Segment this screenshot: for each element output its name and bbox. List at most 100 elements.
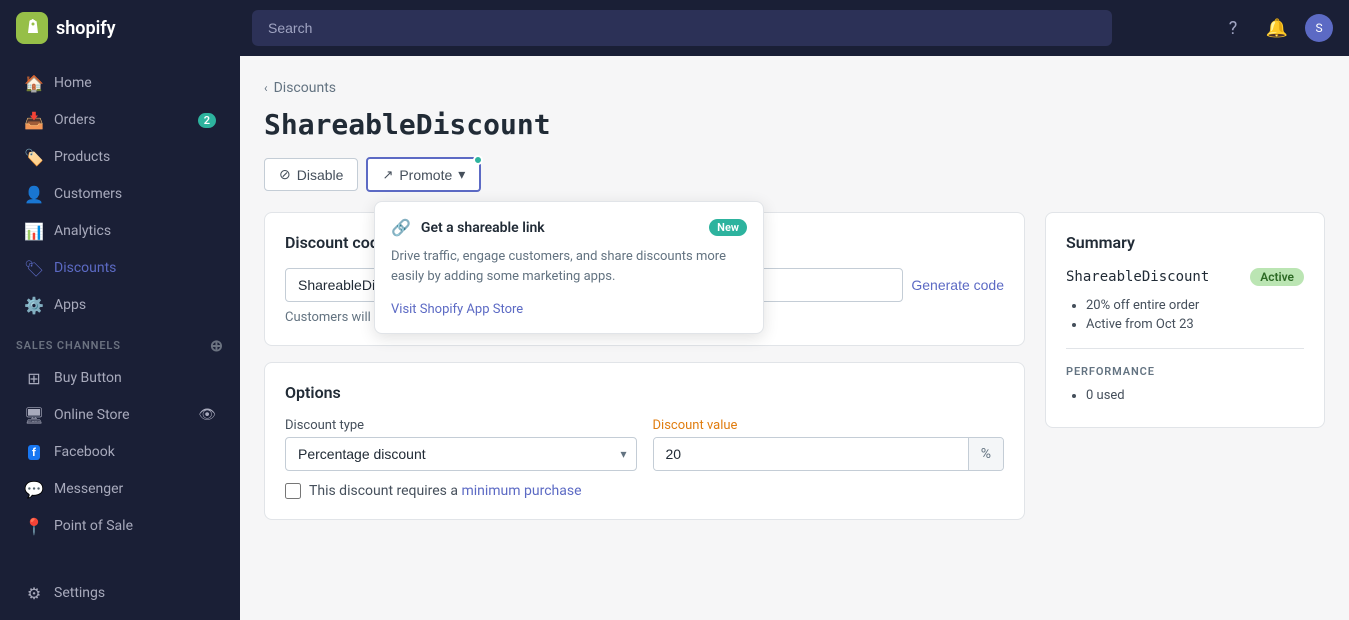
performance-section-title: PERFORMANCE bbox=[1066, 365, 1304, 378]
sidebar-item-products[interactable]: 🏷️ Products bbox=[8, 139, 232, 175]
link-icon: 🔗 bbox=[391, 218, 411, 237]
promote-button[interactable]: ↗ Promote ▾ bbox=[366, 157, 481, 192]
topbar-right: ? 🔔 S bbox=[1217, 12, 1333, 44]
action-bar: ⊘ Disable ↗ Promote ▾ 🔗 Get a shareable … bbox=[264, 157, 1325, 192]
sidebar-item-analytics[interactable]: 📊 Analytics bbox=[8, 213, 232, 249]
sidebar-item-orders[interactable]: 📥 Orders 2 bbox=[8, 102, 232, 138]
dropdown-header: 🔗 Get a shareable link New bbox=[391, 218, 747, 237]
promote-dropdown: 🔗 Get a shareable link New Drive traffic… bbox=[374, 201, 764, 334]
summary-discount-name: ShareableDiscount bbox=[1066, 269, 1209, 285]
messenger-channel-icon: 💬 bbox=[24, 479, 44, 499]
page-title: ShareableDiscount bbox=[264, 108, 1325, 141]
settings-icon: ⚙ bbox=[24, 583, 44, 603]
sidebar-item-settings[interactable]: ⚙ Settings bbox=[8, 575, 232, 611]
discounts-icon: 🏷 bbox=[24, 258, 44, 278]
discount-value-input[interactable] bbox=[654, 438, 968, 470]
sidebar-item-home[interactable]: 🏠 Home bbox=[8, 65, 232, 101]
pos-channel-icon: 📍 bbox=[24, 516, 44, 536]
sidebar-channel-facebook[interactable]: f Facebook bbox=[8, 434, 232, 470]
dropdown-title: Get a shareable link bbox=[421, 220, 699, 236]
sidebar-item-apps[interactable]: ⚙️ Apps bbox=[8, 287, 232, 323]
min-purchase-row: This discount requires a minimum purchas… bbox=[285, 483, 1004, 499]
summary-detail-item: Active from Oct 23 bbox=[1086, 317, 1304, 332]
discount-value-label: Discount value bbox=[653, 418, 1005, 433]
sidebar-item-customers-label: Customers bbox=[54, 186, 122, 202]
add-channel-icon[interactable]: ⊕ bbox=[210, 336, 224, 355]
discount-value-input-wrapper: % bbox=[653, 437, 1005, 471]
min-purchase-checkbox[interactable] bbox=[285, 483, 301, 499]
online-store-visibility-icon[interactable]: 👁 bbox=[198, 407, 216, 423]
orders-badge: 2 bbox=[198, 113, 216, 128]
question-icon[interactable]: ? bbox=[1217, 12, 1249, 44]
disable-label: Disable bbox=[297, 167, 344, 183]
dropdown-description: Drive traffic, engage customers, and sha… bbox=[391, 247, 747, 286]
customers-icon: 👤 bbox=[24, 184, 44, 204]
sidebar-bottom: ⚙ Settings bbox=[0, 566, 240, 612]
bell-icon[interactable]: 🔔 bbox=[1261, 12, 1293, 44]
avatar[interactable]: S bbox=[1305, 14, 1333, 42]
performance-item: 0 used bbox=[1086, 388, 1304, 403]
sidebar-channel-buy-button[interactable]: ⊞ Buy Button bbox=[8, 360, 232, 396]
search-input[interactable] bbox=[252, 10, 1112, 46]
sidebar-channel-pos[interactable]: 📍Point of Sale bbox=[8, 508, 232, 544]
main-content: ‹ Discounts ShareableDiscount ⊘ Disable … bbox=[240, 56, 1349, 620]
options-card: Options Discount type Percentage discoun… bbox=[264, 362, 1025, 520]
sales-channels-header: SALES CHANNELS ⊕ bbox=[0, 324, 240, 359]
percent-suffix: % bbox=[968, 438, 1003, 470]
new-badge: New bbox=[709, 219, 747, 236]
sidebar-channel-online-store[interactable]: 🖥 Online Store 👁 bbox=[8, 397, 232, 433]
summary-panel: Summary ShareableDiscount Active 20% off… bbox=[1045, 212, 1325, 428]
promote-chevron-icon: ▾ bbox=[458, 166, 465, 183]
summary-detail-item: 20% off entire order bbox=[1086, 298, 1304, 313]
home-icon: 🏠 bbox=[24, 73, 44, 93]
discount-type-label: Discount type bbox=[285, 418, 637, 433]
options-form-row: Discount type Percentage discount Fixed … bbox=[285, 418, 1004, 471]
discount-value-group: Discount value % bbox=[653, 418, 1005, 471]
channel-online-store-label: Online Store bbox=[54, 407, 130, 423]
sidebar-item-customers[interactable]: 👤 Customers bbox=[8, 176, 232, 212]
disable-icon: ⊘ bbox=[279, 166, 291, 183]
channel-messenger-label: Messenger bbox=[54, 481, 123, 497]
online-store-channel-icon: 🖥 bbox=[24, 405, 44, 425]
sidebar-item-label: Settings bbox=[54, 585, 105, 601]
channel-buy-button-label: Buy Button bbox=[54, 370, 122, 386]
breadcrumb-chevron-icon: ‹ bbox=[264, 81, 268, 95]
min-purchase-label: This discount requires a minimum purchas… bbox=[309, 483, 582, 499]
generate-code-button[interactable]: Generate code bbox=[911, 277, 1004, 293]
minimum-purchase-link[interactable]: minimum purchase bbox=[461, 483, 581, 499]
shopify-logo-icon bbox=[16, 12, 48, 44]
sidebar-item-home-label: Home bbox=[54, 75, 92, 91]
discount-type-group: Discount type Percentage discount Fixed … bbox=[285, 418, 637, 471]
discount-type-select[interactable]: Percentage discount Fixed amount discoun… bbox=[285, 437, 637, 471]
layout: 🏠 Home 📥 Orders 2 🏷️ Products 👤 Customers 📊 Analyt… bbox=[0, 56, 1349, 620]
status-badge: Active bbox=[1250, 268, 1304, 286]
sidebar-item-orders-label: Orders bbox=[54, 112, 96, 128]
sidebar-item-discounts[interactable]: 🏷 Discounts bbox=[8, 250, 232, 286]
options-card-title: Options bbox=[285, 383, 1004, 402]
performance-list: 0 used bbox=[1066, 388, 1304, 403]
summary-title: Summary bbox=[1066, 233, 1304, 252]
summary-card: Summary ShareableDiscount Active 20% off… bbox=[1045, 212, 1325, 428]
sidebar-channel-messenger[interactable]: 💬 Messenger bbox=[8, 471, 232, 507]
analytics-icon: 📊 bbox=[24, 221, 44, 241]
orders-icon: 📥 bbox=[24, 110, 44, 130]
discount-type-select-wrapper: Percentage discount Fixed amount discoun… bbox=[285, 437, 637, 471]
summary-name-row: ShareableDiscount Active bbox=[1066, 268, 1304, 286]
disable-button[interactable]: ⊘ Disable bbox=[264, 158, 358, 191]
channel-facebook-label: Facebook bbox=[54, 444, 115, 460]
sidebar-item-discounts-label: Discounts bbox=[54, 260, 116, 276]
apps-icon: ⚙️ bbox=[24, 295, 44, 315]
sidebar-item-products-label: Products bbox=[54, 149, 110, 165]
facebook-channel-icon: f bbox=[24, 442, 44, 462]
topbar: shopify ? 🔔 S bbox=[0, 0, 1349, 56]
buy-button-channel-icon: ⊞ bbox=[24, 368, 44, 388]
visit-app-store-link[interactable]: Visit Shopify App Store bbox=[391, 302, 523, 317]
sidebar: 🏠 Home 📥 Orders 2 🏷️ Products 👤 Customers 📊 Analyt… bbox=[0, 56, 240, 620]
breadcrumb[interactable]: ‹ Discounts bbox=[264, 80, 1325, 96]
sidebar-item-analytics-label: Analytics bbox=[54, 223, 111, 239]
promote-notification-dot bbox=[473, 155, 483, 165]
promote-external-icon: ↗ bbox=[382, 167, 393, 183]
products-icon: 🏷️ bbox=[24, 147, 44, 167]
logo-text: shopify bbox=[56, 18, 116, 39]
sidebar-item-apps-label: Apps bbox=[54, 297, 86, 313]
